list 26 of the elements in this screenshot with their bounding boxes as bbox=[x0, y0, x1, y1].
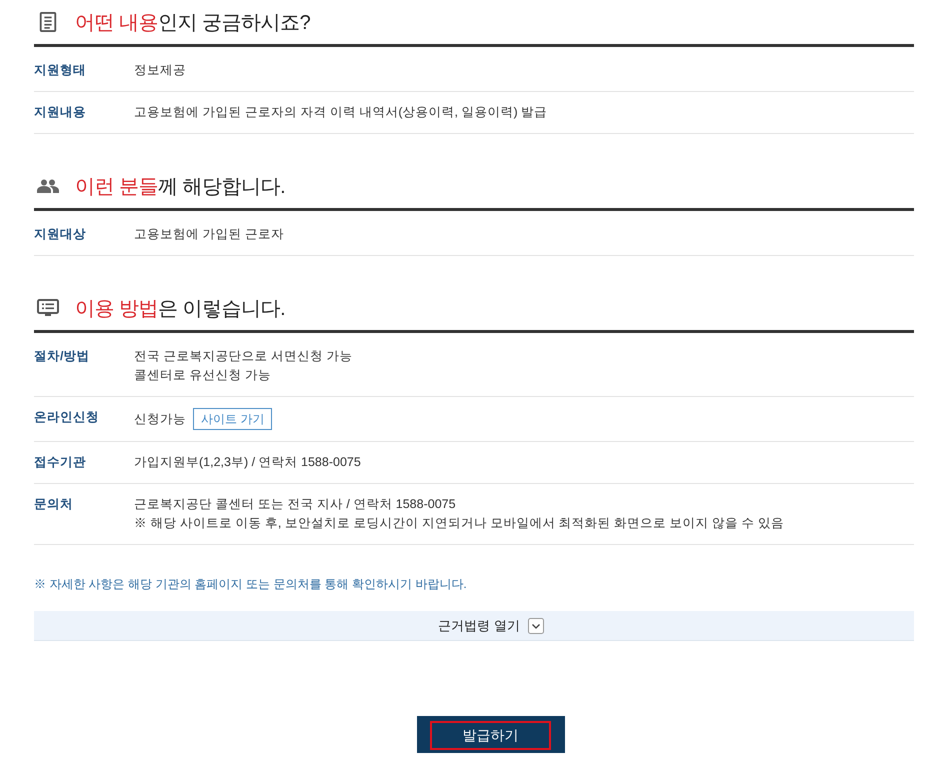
row-label: 절차/방법 bbox=[34, 348, 90, 365]
row-label: 온라인신청 bbox=[34, 409, 100, 426]
row-value: 고용보험에 가입된 근로자의 자격 이력 내역서(상용이력, 일용이력) 발급 bbox=[134, 104, 548, 121]
notice-text: ※ 자세한 사항은 해당 기관의 홈페이지 또는 문의처를 통해 확인하시기 바랍니다. bbox=[34, 576, 468, 593]
screen-list-icon bbox=[37, 299, 59, 317]
row-label: 지원대상 bbox=[34, 226, 87, 243]
people-icon bbox=[37, 179, 59, 193]
row-value: 전국 근로복지공단으로 서면신청 가능 bbox=[134, 348, 352, 365]
row-value: 정보제공 bbox=[134, 62, 186, 79]
row-label: 지원내용 bbox=[34, 104, 87, 121]
row-value: ※ 해당 사이트로 이동 후, 보안설치로 로딩시간이 지연되거나 모바일에서 최적화된 화면으로 보이지 않을 수 있음 bbox=[134, 515, 784, 532]
row-label: 문의처 bbox=[34, 496, 74, 513]
site-link-button[interactable]: 사이트 가기 bbox=[193, 408, 272, 430]
document-icon bbox=[37, 12, 59, 32]
issue-button[interactable]: 발급하기 bbox=[430, 721, 551, 750]
row-value: 가입지원부(1,2,3부) / 연락처 1588-0075 bbox=[134, 454, 361, 471]
row-label: 지원형태 bbox=[34, 62, 87, 79]
row-value: 고용보험에 가입된 근로자 bbox=[134, 226, 284, 243]
row-value: 신청가능 bbox=[134, 410, 186, 428]
section-title: 이용 방법은 이렇습니다. bbox=[75, 296, 286, 322]
section-title: 이런 분들께 해당합니다. bbox=[75, 174, 286, 200]
section-title: 어떤 내용인지 궁금하시죠? bbox=[75, 10, 310, 36]
row-value: 근로복지공단 콜센터 또는 전국 지사 / 연락처 1588-0075 bbox=[134, 496, 456, 513]
row-value: 콜센터로 유선신청 가능 bbox=[134, 367, 271, 384]
law-toggle-button[interactable]: 근거법령 열기 bbox=[34, 611, 914, 641]
row-label: 접수기관 bbox=[34, 454, 87, 471]
